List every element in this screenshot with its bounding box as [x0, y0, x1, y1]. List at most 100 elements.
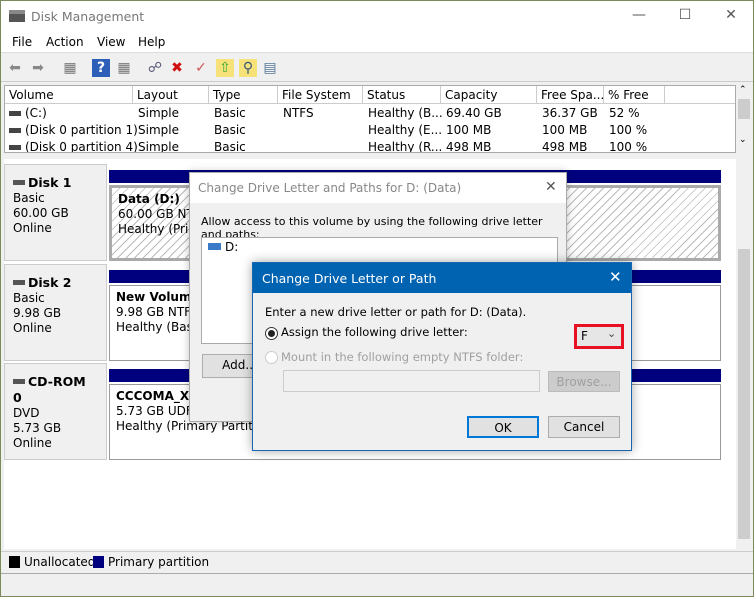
volume-list-scrollbar[interactable]: ⌃ ⌄ [736, 85, 752, 153]
table-cell: 100 MB [542, 123, 588, 137]
disk-state: Online [13, 436, 52, 450]
disk-label[interactable]: Disk 1 Basic 60.00 GB Online [4, 164, 107, 261]
table-cell: (C:) [25, 106, 47, 120]
search-folder-icon[interactable]: ⚲ [239, 59, 257, 77]
table-cell: 100 % [609, 123, 648, 137]
column-header[interactable]: Capacity [441, 86, 537, 104]
column-header[interactable]: Layout [133, 86, 209, 104]
column-header[interactable]: Volume [5, 86, 133, 104]
menu-view[interactable]: View [97, 35, 125, 49]
disk-size: 9.98 GB [13, 306, 62, 320]
partition-size: 5.73 GB UDF [116, 404, 193, 418]
disk-map-scrollbar[interactable] [736, 159, 752, 549]
menu-help[interactable]: Help [138, 35, 165, 49]
ok-button[interactable]: OK [467, 416, 539, 438]
action-pane-icon[interactable]: ▦ [115, 59, 133, 77]
assign-letter-radio[interactable] [265, 327, 278, 340]
disk-type: DVD [13, 406, 40, 420]
table-cell: 36.37 GB [542, 106, 598, 120]
table-row[interactable]: (Disk 0 partition 1) Simple Basic Healthy (… [5, 122, 735, 139]
minimize-button[interactable]: — [629, 7, 649, 23]
disk-size: 5.73 GB [13, 421, 62, 435]
mount-folder-label: Mount in the following empty NTFS folder… [281, 350, 524, 364]
title-bar: Disk Management — ☐ ✕ [1, 1, 753, 31]
disk-management-icon [9, 10, 25, 22]
table-cell: 498 MB [446, 140, 492, 153]
table-cell: Simple [138, 106, 179, 120]
drive-letter-dropdown[interactable]: F ⌄ [574, 324, 624, 349]
disk-icon [13, 280, 25, 285]
table-cell: NTFS [283, 106, 314, 120]
console-tree-icon[interactable]: ▦ [61, 59, 79, 77]
table-cell: 52 % [609, 106, 640, 120]
chevron-down-icon: ⌄ [607, 327, 617, 340]
column-header[interactable]: Status [363, 86, 441, 104]
disk-state: Online [13, 221, 52, 235]
disk-label[interactable]: CD-ROM 0 DVD 5.73 GB Online [4, 363, 107, 460]
close-icon[interactable]: ✕ [545, 179, 557, 195]
scroll-thumb[interactable] [738, 99, 750, 119]
column-header-filler [665, 86, 735, 104]
close-button[interactable]: ✕ [721, 7, 741, 23]
scroll-down-icon[interactable]: ⌄ [739, 135, 747, 145]
partition-status: Healthy (Prim [118, 222, 200, 236]
menu-action[interactable]: Action [46, 35, 84, 49]
new-folder-icon[interactable]: ⇧ [216, 59, 234, 77]
disk-label[interactable]: Disk 2 Basic 9.98 GB Online [4, 264, 107, 361]
change-drive-letter-dialog: Change Drive Letter or Path ✕ Enter a ne… [252, 262, 632, 451]
table-cell: 498 MB [542, 140, 588, 153]
menu-file[interactable]: File [12, 35, 32, 49]
table-cell: Basic [214, 140, 246, 153]
settings-list-icon[interactable]: ▤ [261, 59, 279, 77]
legend-swatch-unallocated [9, 556, 20, 568]
properties-icon[interactable]: ✓ [192, 59, 210, 77]
drive-icon [208, 243, 221, 250]
connect-icon[interactable]: ☍ [146, 59, 164, 77]
mount-path-input[interactable] [283, 370, 540, 392]
table-cell: Simple [138, 140, 179, 153]
disk-icon [13, 180, 25, 185]
partition-name: Data (D:) [118, 192, 180, 206]
path-item[interactable]: D: [225, 240, 238, 254]
column-header[interactable]: % Free [604, 86, 665, 104]
close-icon[interactable]: ✕ [609, 268, 622, 286]
forward-icon[interactable]: ➡ [29, 59, 47, 77]
disk-name: Disk 1 [28, 175, 72, 190]
column-header[interactable]: Type [209, 86, 278, 104]
dialog-title: Change Drive Letter and Paths for D: (Da… [198, 181, 462, 195]
column-header[interactable]: File System [278, 86, 363, 104]
legend: Unallocated Primary partition [1, 551, 753, 571]
disk-type: Basic [13, 191, 45, 205]
volume-list: Volume Layout Type File System Status Capacit… [4, 85, 736, 153]
help-icon[interactable]: ? [92, 59, 110, 77]
legend-primary: Primary partition [108, 555, 210, 569]
table-cell: Basic [214, 123, 246, 137]
partition-size: 9.98 GB NTFS [116, 305, 199, 319]
legend-unallocated: Unallocated [24, 555, 96, 569]
disk-size: 60.00 GB [13, 206, 69, 220]
volume-icon [9, 111, 21, 116]
table-cell: Simple [138, 123, 179, 137]
table-cell: Healthy (E... [368, 123, 443, 137]
table-cell: (Disk 0 partition 4) [25, 140, 138, 153]
mount-folder-radio[interactable] [265, 351, 278, 364]
cancel-button[interactable]: Cancel [548, 416, 620, 438]
table-cell: Basic [214, 106, 246, 120]
browse-button[interactable]: Browse... [548, 371, 620, 392]
volume-icon [9, 145, 21, 150]
maximize-button[interactable]: ☐ [675, 7, 695, 23]
scroll-up-icon[interactable]: ⌃ [739, 85, 747, 95]
assign-letter-label: Assign the following drive letter: [281, 325, 468, 339]
table-cell: 100 % [609, 140, 648, 153]
column-header[interactable]: Free Spa... [537, 86, 604, 104]
legend-swatch-primary [93, 556, 104, 568]
delete-icon[interactable]: ✖ [168, 59, 186, 77]
table-row[interactable]: (Disk 0 partition 4) Simple Basic Healthy (… [5, 139, 735, 153]
menu-bar: File Action View Help [1, 31, 753, 53]
status-bar [1, 573, 753, 597]
back-icon[interactable]: ⬅ [6, 59, 24, 77]
scroll-thumb[interactable] [738, 249, 750, 539]
window-title: Disk Management [31, 9, 145, 24]
volume-icon [9, 128, 21, 133]
table-row[interactable]: (C:) Simple Basic NTFS Healthy (B... 69.40 GB… [5, 105, 735, 122]
